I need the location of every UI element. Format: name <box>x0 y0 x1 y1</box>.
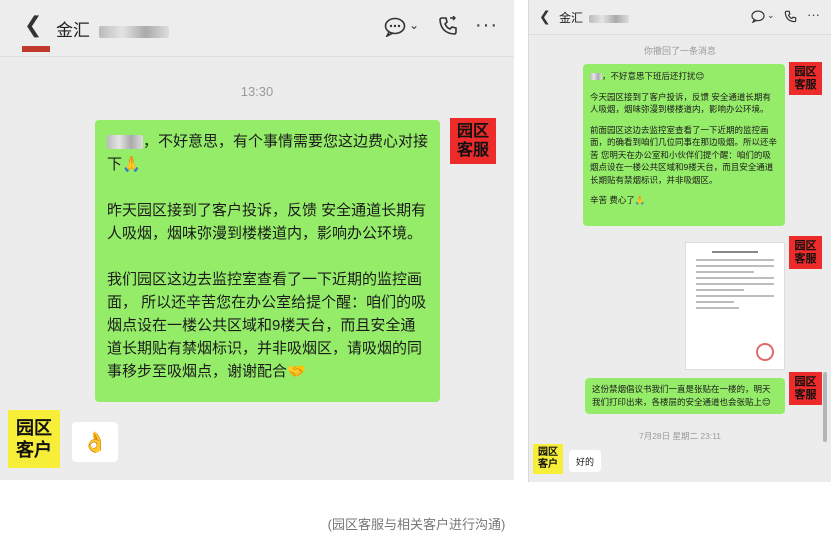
doc-line <box>696 271 754 273</box>
recall-notice: 你撤回了一条消息 <box>643 46 716 56</box>
message-paragraph: 昨天园区接到了客户投诉，反馈 安全通道长期有人吸烟，烟味弥漫到楼楼道内，影响办公… <box>107 202 427 242</box>
doc-line <box>696 295 774 297</box>
chevron-down-icon[interactable]: ⌄ <box>409 18 419 32</box>
staff-message-bubble: ，不好意思下班后还打扰😊 今天园区接到了客户投诉，反馈 安全通道长期有人吸烟，烟… <box>583 64 785 226</box>
left-chat-screenshot: ❮ 金汇 ⌄ ··· 13:30 ，不好意思，有个事情需要您这边费心对接下🙏 昨… <box>0 0 514 480</box>
customer-reply-bubble: 好的 <box>569 450 601 472</box>
chat-title: 金汇 <box>559 9 630 26</box>
customer-reply-bubble: 👌 <box>72 422 118 462</box>
doc-line <box>696 289 744 291</box>
staff-tag: 园区 客服 <box>789 372 822 405</box>
back-icon[interactable]: ❮ <box>539 8 551 25</box>
timestamp: 7月28日 星期二 23:11 <box>638 431 722 441</box>
figure-caption: (园区客服与相关客户进行沟通) <box>327 517 506 532</box>
customer-tag: 园区 客户 <box>533 444 563 474</box>
chat-title: 金汇 <box>56 16 169 41</box>
doc-heading-line <box>712 251 758 253</box>
chevron-down-icon[interactable]: ⌄ <box>767 10 775 21</box>
doc-line <box>696 283 774 285</box>
doc-line <box>696 259 774 261</box>
staff-tag: 园区 客服 <box>789 236 822 269</box>
doc-line <box>696 307 739 309</box>
doc-line <box>696 265 774 267</box>
redacted-name <box>107 135 143 150</box>
chat-header: ❮ 金汇 ⌄ ··· <box>529 0 831 35</box>
redacted-name <box>589 14 630 23</box>
message-paragraph: 今天园区接到了客户投诉，反馈 安全通道长期有人吸烟，烟味弥漫到楼楼道内，影响办公… <box>590 91 771 115</box>
scrollbar[interactable] <box>823 372 827 442</box>
chat-header: ❮ 金汇 ⌄ ··· <box>0 0 514 57</box>
document-image[interactable] <box>685 242 785 370</box>
message-text: ，不好意思，有个事情需要您这边费心对接下🙏 <box>107 133 429 173</box>
chat-title-text: 金汇 <box>559 11 584 25</box>
chat-title-text: 金汇 <box>56 21 90 40</box>
seal-icon <box>756 343 774 361</box>
message-text: ，不好意思下班后还打扰😊 <box>602 71 705 81</box>
phone-icon[interactable] <box>438 16 458 36</box>
message-paragraph: 辛苦 费心了🙏 <box>590 195 646 205</box>
staff-message-bubble: ，不好意思，有个事情需要您这边费心对接下🙏 昨天园区接到了客户投诉，反馈 安全通… <box>95 120 440 402</box>
doc-line <box>696 277 774 279</box>
message-text: 好的 <box>575 456 594 467</box>
redacted-name <box>590 73 602 81</box>
redacted-name <box>98 25 169 38</box>
timestamp: 13:30 <box>240 84 274 99</box>
staff-message-bubble: 这份禁烟倡议书我们一直是张贴在一楼的，明天我们打印出来，各楼层的安全通道也会张贴… <box>585 378 785 414</box>
phone-icon[interactable] <box>784 10 797 23</box>
ok-hand-icon: 👌 <box>82 431 108 454</box>
staff-tag: 园区 客服 <box>789 62 822 95</box>
message-paragraph: ，不好意思下班后还打扰😊 <box>590 70 778 83</box>
message-paragraph: 前面园区这边去监控室查看了一下近期的监控画面，的确看到咱们几位同事在那边吸烟。所… <box>590 124 778 185</box>
more-icon[interactable]: ··· <box>807 7 820 22</box>
more-icon[interactable]: ··· <box>475 14 498 37</box>
message-text: 这份禁烟倡议书我们一直是张贴在一楼的，明天我们打印出来，各楼层的安全通道也会张贴… <box>592 384 771 407</box>
message-paragraph: ，不好意思，有个事情需要您这边费心对接下🙏 <box>107 130 428 176</box>
right-chat-screenshot: ❮ 金汇 ⌄ ··· 你撤回了一条消息 ，不好意思下班后还打扰😊 今天园区接到了… <box>528 0 831 482</box>
message-paragraph: 我们园区这边去监控室查看了一下近期的监控画面， 所以还辛苦您在办公室给提个醒：咱… <box>107 271 427 380</box>
staff-tag: 园区 客服 <box>450 118 496 164</box>
customer-tag: 园区 客户 <box>8 410 60 468</box>
avatar <box>22 46 50 52</box>
chat-icon[interactable] <box>384 17 406 37</box>
chat-icon[interactable] <box>751 10 765 23</box>
back-icon[interactable]: ❮ <box>24 12 42 38</box>
doc-line <box>696 301 734 303</box>
